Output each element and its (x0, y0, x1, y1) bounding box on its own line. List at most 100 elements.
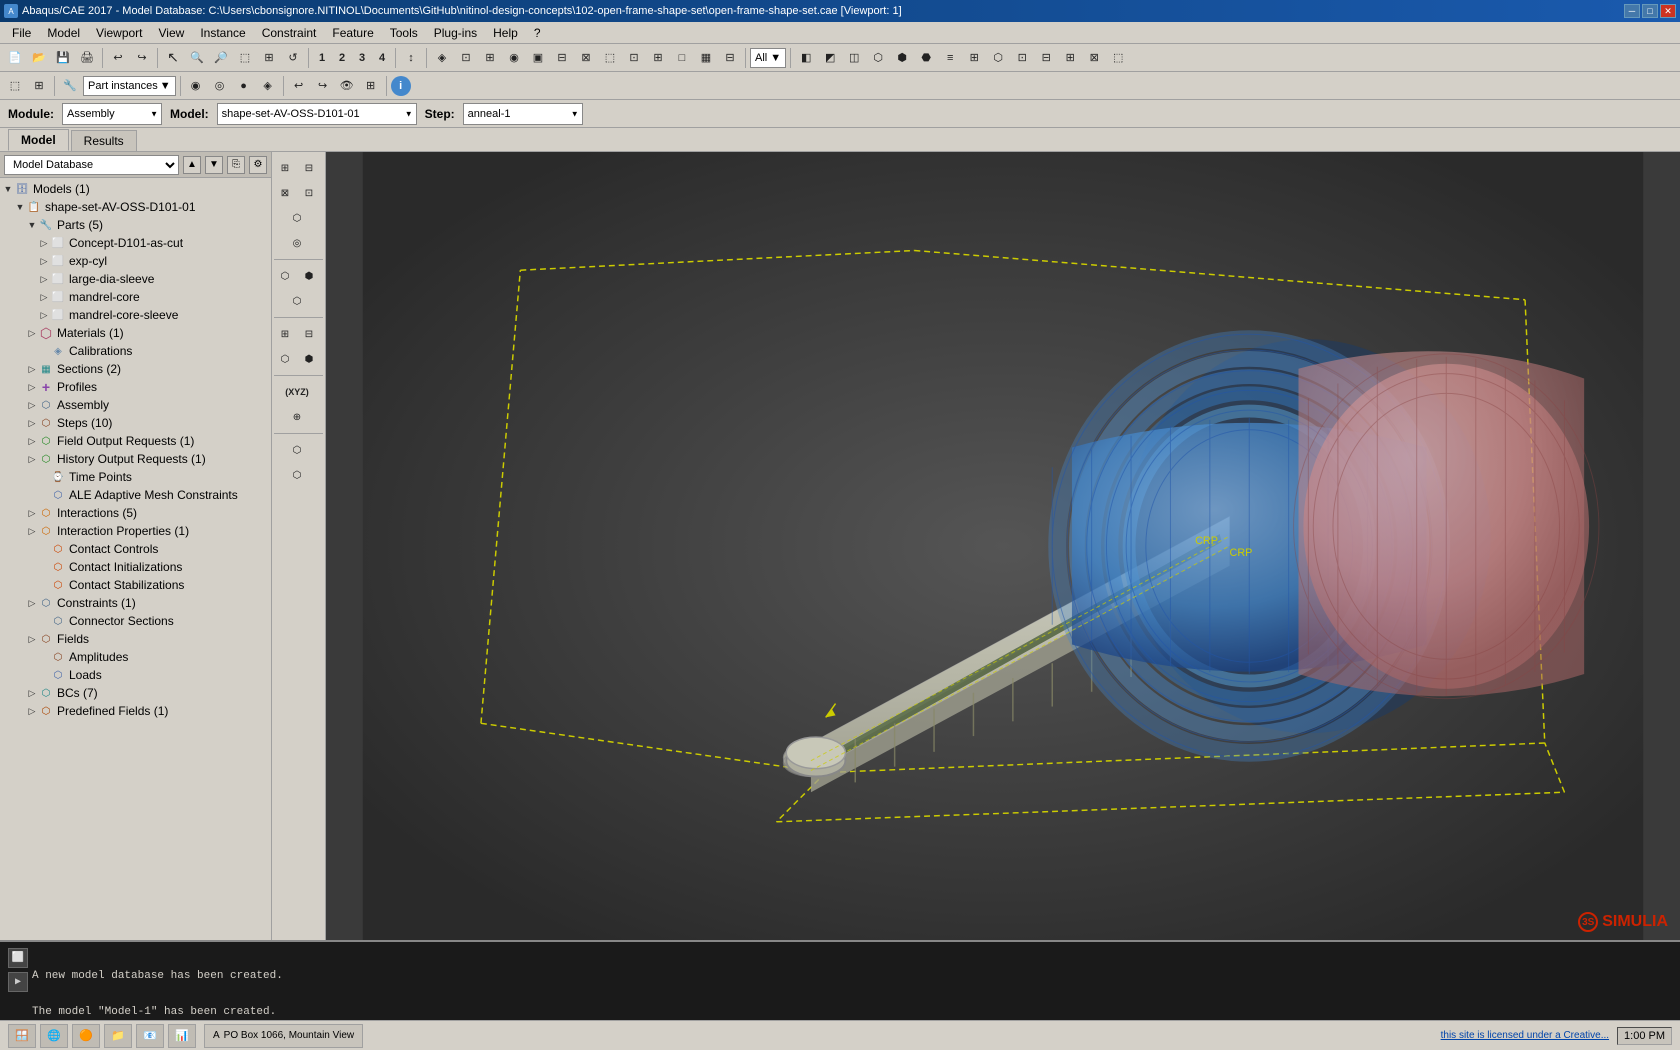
tree-item-loads[interactable]: ⬡ Loads (0, 666, 271, 684)
tree-item-part4[interactable]: ▷ ⬜ mandrel-core (0, 288, 271, 306)
sel5-btn[interactable]: ▣ (527, 47, 549, 69)
view8-btn[interactable]: ⊞ (963, 47, 985, 69)
all-dropdown[interactable]: All ▼ (750, 48, 786, 68)
vt-btn-7[interactable]: ⬡ (274, 264, 296, 288)
sel7-btn[interactable]: ⊠ (575, 47, 597, 69)
tree-item-connector-sec[interactable]: ⬡ Connector Sections (0, 612, 271, 630)
toggle-sections[interactable]: ▷ (26, 363, 38, 375)
vt-coord-btn[interactable]: ⊕ (274, 405, 320, 429)
view4-btn[interactable]: ⬡ (867, 47, 889, 69)
toggle-ale[interactable] (38, 489, 50, 501)
tree-item-fields[interactable]: ▷ ⬡ Fields (0, 630, 271, 648)
toggle-conn-sec[interactable] (38, 615, 50, 627)
view7-btn[interactable]: ≡ (939, 47, 961, 69)
sel3-btn[interactable]: ⊞ (479, 47, 501, 69)
toggle-materials[interactable]: ▷ (26, 327, 38, 339)
taskbar-icon-2[interactable]: 🟠 (72, 1024, 100, 1048)
view1-btn[interactable]: ◧ (795, 47, 817, 69)
sel10-btn[interactable]: ⊞ (647, 47, 669, 69)
rotate-btn[interactable]: ↺ (282, 47, 304, 69)
toggle-parts[interactable]: ▼ (26, 219, 38, 231)
taskbar-icon-1[interactable]: 🌐 (40, 1024, 68, 1048)
zoom-out-btn[interactable]: 🔎 (210, 47, 232, 69)
menu-feature[interactable]: Feature (324, 24, 381, 42)
viewport[interactable]: CRP CRP 3S SIMULIA (326, 152, 1680, 940)
arrow-btn[interactable]: ↕ (400, 47, 422, 69)
tree-item-history-output[interactable]: ▷ ⬡ History Output Requests (1) (0, 450, 271, 468)
model-dropdown[interactable]: shape-set-AV-OSS-D101-01 (217, 103, 417, 125)
vt-btn-8[interactable]: ⬢ (298, 264, 320, 288)
pan-btn[interactable]: ⊞ (258, 47, 280, 69)
vt-btn-11[interactable]: ⊟ (298, 322, 320, 346)
tree-item-assembly[interactable]: ▷ ⬡ Assembly (0, 396, 271, 414)
step-dropdown-wrap[interactable]: anneal-1 (463, 103, 583, 125)
toggle-part3[interactable]: ▷ (38, 273, 50, 285)
display4-btn[interactable]: ◈ (257, 75, 279, 97)
menu-tools[interactable]: Tools (382, 24, 426, 42)
part-instances-dropdown[interactable]: Part instances ▼ (83, 76, 176, 96)
view2-btn[interactable]: ◩ (819, 47, 841, 69)
tree-item-models[interactable]: ▼ 🗄 Models (1) (0, 180, 271, 198)
vt-btn-6[interactable]: ◎ (274, 231, 320, 255)
vt-btn-12[interactable]: ⬡ (274, 347, 296, 371)
step-dropdown[interactable]: anneal-1 (463, 103, 583, 125)
tree-copy-btn[interactable]: ⎘ (227, 156, 245, 174)
taskbar-icon-4[interactable]: 📧 (136, 1024, 164, 1048)
toggle-profiles[interactable]: ▷ (26, 381, 38, 393)
sel4-btn[interactable]: ◉ (503, 47, 525, 69)
tree-item-bcs[interactable]: ▷ ⬡ BCs (7) (0, 684, 271, 702)
window-controls[interactable]: ─ □ ✕ (1624, 4, 1676, 18)
toggle-fields[interactable]: ▷ (26, 633, 38, 645)
toggle-assembly[interactable]: ▷ (26, 399, 38, 411)
close-button[interactable]: ✕ (1660, 4, 1676, 18)
tab-model[interactable]: Model (8, 129, 69, 151)
step1-btn[interactable]: 1 (313, 47, 331, 69)
menu-file[interactable]: File (4, 24, 39, 42)
vt-btn-4[interactable]: ⊡ (298, 181, 320, 205)
sel8-btn[interactable]: ⬚ (599, 47, 621, 69)
tree-item-interaction-props[interactable]: ▷ ⬡ Interaction Properties (1) (0, 522, 271, 540)
zoom-in-btn[interactable]: 🔍 (186, 47, 208, 69)
tree-item-amplitudes[interactable]: ⬡ Amplitudes (0, 648, 271, 666)
undo-btn[interactable]: ↩ (107, 47, 129, 69)
tree-item-profiles[interactable]: ▷ + Profiles (0, 378, 271, 396)
tree-item-parts[interactable]: ▼ 🔧 Parts (5) (0, 216, 271, 234)
toggle-bcs[interactable]: ▷ (26, 687, 38, 699)
menu-constraint[interactable]: Constraint (254, 24, 325, 42)
print-btn[interactable]: 🖨 (76, 47, 98, 69)
view3-btn[interactable]: ◫ (843, 47, 865, 69)
tree-header-dropdown[interactable]: Model Database (4, 155, 179, 175)
sel6-btn[interactable]: ⊟ (551, 47, 573, 69)
model-dropdown-wrap[interactable]: shape-set-AV-OSS-D101-01 (217, 103, 417, 125)
vt-btn-14[interactable]: ⬡ (274, 438, 320, 462)
step3-btn[interactable]: 3 (353, 47, 371, 69)
vt-btn-15[interactable]: ⬡ (274, 463, 320, 487)
cmd-btn[interactable]: ⊞ (28, 75, 50, 97)
tree-item-part3[interactable]: ▷ ⬜ large-dia-sleeve (0, 270, 271, 288)
toggle-amp[interactable] (38, 651, 50, 663)
tree-item-ale[interactable]: ⬡ ALE Adaptive Mesh Constraints (0, 486, 271, 504)
menu-view[interactable]: View (151, 24, 193, 42)
info-button[interactable]: i (391, 76, 411, 96)
display1-btn[interactable]: ◉ (185, 75, 207, 97)
menu-question[interactable]: ? (526, 24, 549, 42)
view10-btn[interactable]: ⊡ (1011, 47, 1033, 69)
view5-btn[interactable]: ⬢ (891, 47, 913, 69)
sel1-btn[interactable]: ◈ (431, 47, 453, 69)
toggle-field-output[interactable]: ▷ (26, 435, 38, 447)
taskbar-abaqus[interactable]: A PO Box 1066, Mountain View (204, 1024, 363, 1048)
tree-item-sections[interactable]: ▷ ▦ Sections (2) (0, 360, 271, 378)
sel9-btn[interactable]: ⊡ (623, 47, 645, 69)
step4-btn[interactable]: 4 (373, 47, 391, 69)
toggle-model1[interactable]: ▼ (14, 201, 26, 213)
redo2-btn[interactable]: ↪ (312, 75, 334, 97)
menu-viewport[interactable]: Viewport (88, 24, 150, 42)
undo2-btn[interactable]: ↩ (288, 75, 310, 97)
toggle-predef[interactable]: ▷ (26, 705, 38, 717)
tree-up-btn[interactable]: ▲ (183, 156, 201, 174)
tree-item-constraints[interactable]: ▷ ⬡ Constraints (1) (0, 594, 271, 612)
tree-item-predef[interactable]: ▷ ⬡ Predefined Fields (1) (0, 702, 271, 720)
menu-model[interactable]: Model (39, 24, 88, 42)
toggle-int-props[interactable]: ▷ (26, 525, 38, 537)
view12-btn[interactable]: ⊞ (1059, 47, 1081, 69)
